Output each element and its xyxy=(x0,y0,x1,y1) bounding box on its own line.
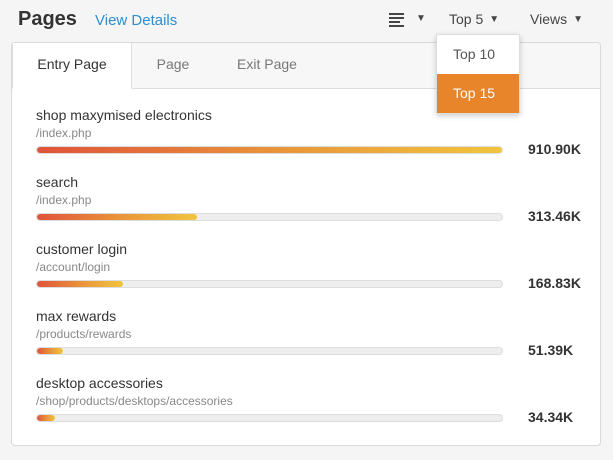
page-value: 910.90K xyxy=(528,141,581,157)
chevron-down-icon: ▼ xyxy=(573,13,583,25)
progress-bar xyxy=(36,146,503,154)
page-path: /products/rewards xyxy=(36,327,132,341)
page-name: desktop accessories xyxy=(36,375,163,391)
page-value: 34.34K xyxy=(528,409,574,425)
progress-bar xyxy=(36,347,503,355)
page-path: /index.php xyxy=(36,126,92,140)
page-path: /shop/products/desktops/accessories xyxy=(36,394,233,408)
progress-bar xyxy=(36,213,503,221)
chevron-down-icon: ▼ xyxy=(489,13,500,25)
progress-bar-fill xyxy=(37,415,55,421)
page-title: Pages xyxy=(18,8,77,30)
list-item[interactable]: max rewards /products/rewards 51.39K xyxy=(36,308,596,358)
page-name: max rewards xyxy=(36,308,117,324)
progress-bar-fill xyxy=(37,348,64,354)
metric-select[interactable]: Views ▼ xyxy=(530,11,583,27)
progress-bar-fill xyxy=(37,214,197,220)
top-n-dropdown-menu: Top 10 Top 15 xyxy=(436,34,520,114)
page-path: /account/login xyxy=(36,260,111,274)
chevron-down-icon[interactable]: ▼ xyxy=(416,13,426,24)
list-item[interactable]: search /index.php 313.46K xyxy=(36,174,596,224)
tab-page[interactable]: Page xyxy=(132,43,214,88)
page-value: 168.83K xyxy=(528,275,581,291)
page-value: 51.39K xyxy=(528,342,574,358)
progress-bar xyxy=(36,414,503,422)
tab-exit-page[interactable]: Exit Page xyxy=(214,43,320,88)
top-n-select[interactable]: Top 5 ▼ xyxy=(449,11,499,27)
progress-bar-fill xyxy=(37,147,502,153)
list-icon[interactable] xyxy=(389,13,404,27)
menu-item-top-15[interactable]: Top 15 xyxy=(437,74,519,113)
metric-select-label: Views xyxy=(530,11,568,27)
page-name: search xyxy=(36,174,79,190)
menu-item-top-10[interactable]: Top 10 xyxy=(437,35,519,74)
top-n-select-label: Top 5 xyxy=(449,11,484,27)
page-name: customer login xyxy=(36,241,128,257)
page-path: /index.php xyxy=(36,193,92,207)
view-details-link[interactable]: View Details xyxy=(95,12,177,29)
widget-header: Pages View Details ▼ Top 5 ▼ Views ▼ xyxy=(0,0,613,40)
list-item[interactable]: desktop accessories /shop/products/deskt… xyxy=(36,375,596,425)
list-item[interactable]: customer login /account/login 168.83K xyxy=(36,241,596,291)
tab-entry-page[interactable]: Entry Page xyxy=(12,43,132,89)
page-value: 313.46K xyxy=(528,208,581,224)
progress-bar xyxy=(36,280,503,288)
progress-bar-fill xyxy=(37,281,124,287)
